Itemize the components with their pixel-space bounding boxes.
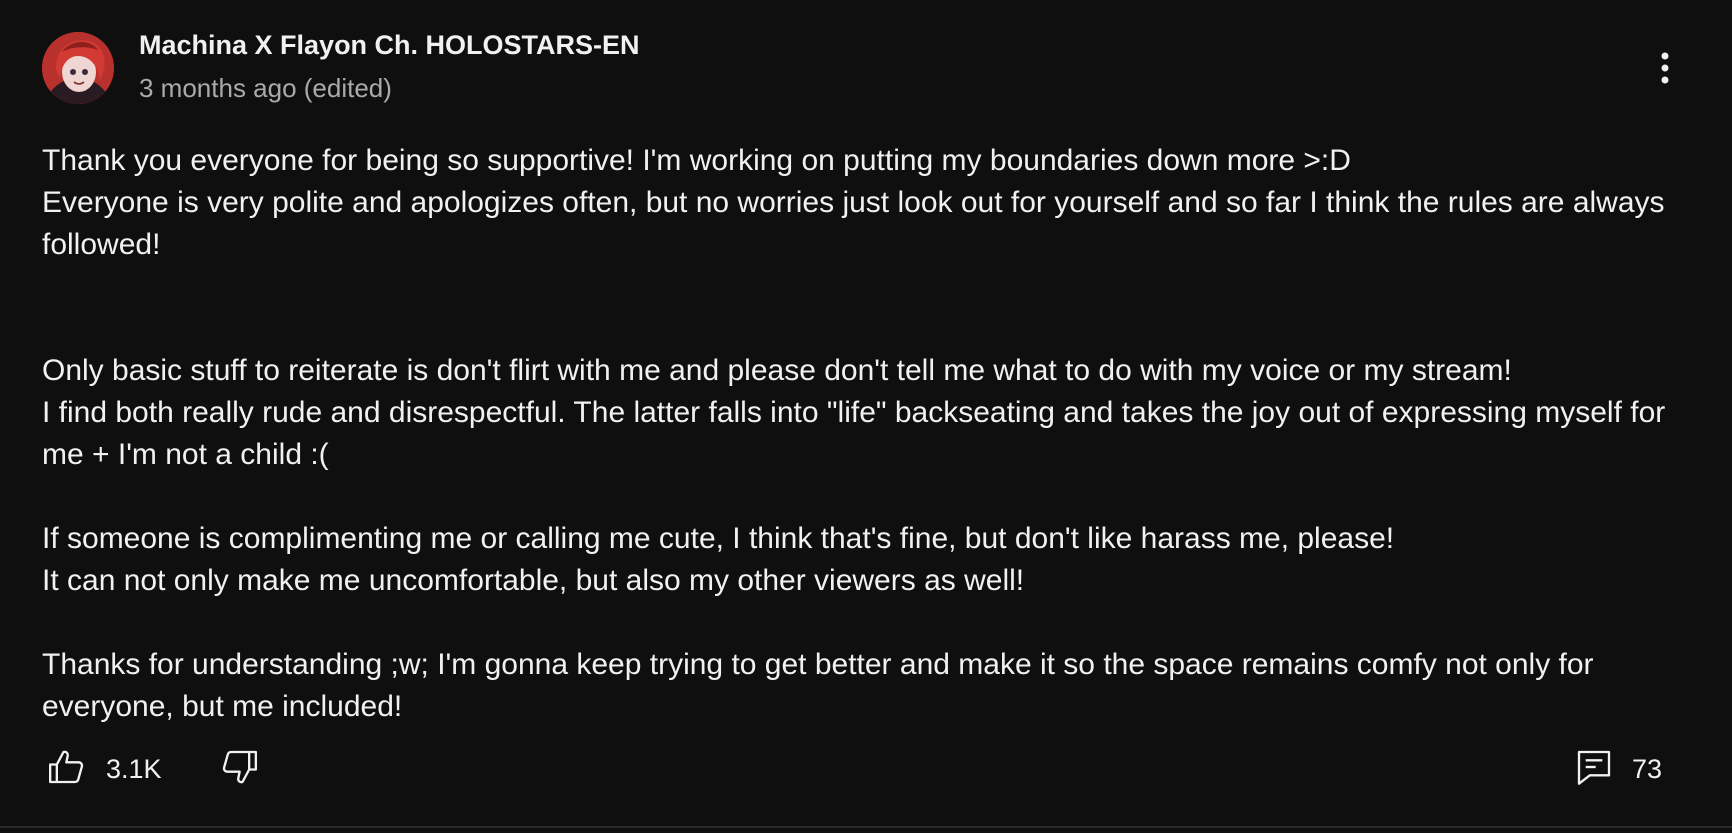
comment-count: 73 <box>1632 754 1663 784</box>
more-vert-icon <box>1661 52 1669 84</box>
post-paragraph: Only basic stuff to reiterate is don't f… <box>42 354 1666 471</box>
channel-name[interactable]: Machina X Flayon Ch. HOLOSTARS-EN <box>139 30 640 61</box>
post-body: Thank you everyone for being so supporti… <box>42 140 1692 728</box>
dislike-button[interactable] <box>218 742 262 792</box>
post-paragraph: If someone is complimenting me or callin… <box>42 522 1395 597</box>
more-options-button[interactable] <box>1644 44 1686 92</box>
avatar-image <box>42 32 114 104</box>
post-paragraph: Thanks for understanding ;w; I'm gonna k… <box>42 648 1602 723</box>
thumb-up-icon <box>49 750 84 784</box>
like-button[interactable] <box>44 742 88 792</box>
post-timestamp[interactable]: 3 months ago (edited) <box>139 73 392 104</box>
post-paragraph: Thank you everyone for being so supporti… <box>42 144 1665 261</box>
community-post: Machina X Flayon Ch. HOLOSTARS-EN 3 mont… <box>0 0 1732 833</box>
comments-button[interactable] <box>1572 742 1616 792</box>
like-count: 3.1K <box>106 754 162 784</box>
post-action-bar: 3.1K 73 <box>0 742 1732 802</box>
divider <box>0 826 1732 828</box>
avatar[interactable] <box>42 32 114 104</box>
thumb-down-icon <box>222 750 257 784</box>
comment-icon <box>1577 750 1611 785</box>
